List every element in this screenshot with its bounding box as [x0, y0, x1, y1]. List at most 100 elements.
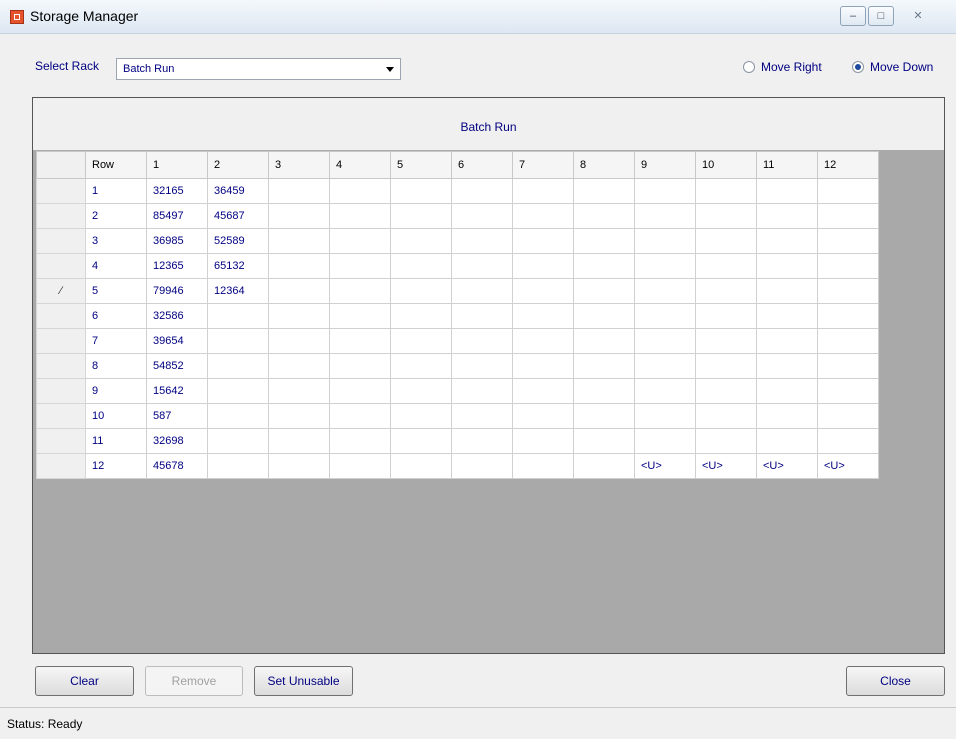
- grid-cell[interactable]: [451, 353, 513, 379]
- grid-cell[interactable]: [268, 328, 330, 354]
- grid-cell[interactable]: [451, 303, 513, 329]
- column-header[interactable]: 9: [634, 151, 696, 179]
- grid-cell[interactable]: [634, 328, 696, 354]
- grid-cell[interactable]: [329, 453, 391, 479]
- grid-cell[interactable]: [573, 203, 635, 229]
- grid-cell[interactable]: [756, 378, 818, 404]
- grid-cell[interactable]: [268, 178, 330, 204]
- row-selector[interactable]: [36, 253, 86, 279]
- grid-cell[interactable]: 36459: [207, 178, 269, 204]
- close-window-button[interactable]: ✕: [896, 6, 940, 26]
- grid-cell[interactable]: [573, 428, 635, 454]
- grid-cell[interactable]: [512, 178, 574, 204]
- grid-cell[interactable]: [207, 328, 269, 354]
- row-number-cell[interactable]: 1: [85, 178, 147, 204]
- grid-cell[interactable]: [207, 303, 269, 329]
- grid-cell[interactable]: <U>: [695, 453, 757, 479]
- grid-cell[interactable]: [390, 178, 452, 204]
- row-selector[interactable]: [36, 228, 86, 254]
- radio-unchecked-icon[interactable]: [743, 61, 755, 73]
- row-selector[interactable]: [36, 453, 86, 479]
- row-number-cell[interactable]: 4: [85, 253, 147, 279]
- grid-cell[interactable]: [756, 328, 818, 354]
- grid-cell[interactable]: [390, 303, 452, 329]
- grid-cell[interactable]: [573, 453, 635, 479]
- row-number-cell[interactable]: 5: [85, 278, 147, 304]
- row-selector[interactable]: [36, 428, 86, 454]
- grid-cell[interactable]: 12365: [146, 253, 208, 279]
- grid-cell[interactable]: [817, 253, 879, 279]
- grid-cell[interactable]: [573, 353, 635, 379]
- grid-cell[interactable]: [451, 278, 513, 304]
- column-header[interactable]: 10: [695, 151, 757, 179]
- grid-cell[interactable]: [329, 403, 391, 429]
- minimize-button[interactable]: –: [840, 6, 866, 26]
- grid-cell[interactable]: 52589: [207, 228, 269, 254]
- grid-cell[interactable]: 85497: [146, 203, 208, 229]
- grid-cell[interactable]: [512, 403, 574, 429]
- grid-cell[interactable]: [634, 203, 696, 229]
- grid-cell[interactable]: [817, 303, 879, 329]
- row-number-cell[interactable]: 3: [85, 228, 147, 254]
- grid-cell[interactable]: [634, 253, 696, 279]
- grid-cell[interactable]: [695, 278, 757, 304]
- grid-cell[interactable]: 12364: [207, 278, 269, 304]
- grid-cell[interactable]: [756, 278, 818, 304]
- grid-cell[interactable]: 45678: [146, 453, 208, 479]
- grid-cell[interactable]: <U>: [817, 453, 879, 479]
- grid-cell[interactable]: [451, 178, 513, 204]
- grid-cell[interactable]: [634, 403, 696, 429]
- grid-cell[interactable]: 79946: [146, 278, 208, 304]
- grid-cell[interactable]: [695, 428, 757, 454]
- grid-cell[interactable]: 587: [146, 403, 208, 429]
- row-selector[interactable]: [36, 178, 86, 204]
- grid-cell[interactable]: [634, 428, 696, 454]
- grid-cell[interactable]: [268, 353, 330, 379]
- move-down-radio[interactable]: Move Down: [852, 60, 933, 74]
- grid-cell[interactable]: [207, 403, 269, 429]
- grid-cell[interactable]: 32165: [146, 178, 208, 204]
- grid-cell[interactable]: 32698: [146, 428, 208, 454]
- grid-cell[interactable]: [695, 253, 757, 279]
- column-header[interactable]: 7: [512, 151, 574, 179]
- grid-cell[interactable]: 45687: [207, 203, 269, 229]
- remove-button[interactable]: Remove: [145, 666, 243, 696]
- grid-cell[interactable]: [207, 453, 269, 479]
- grid-cell[interactable]: [695, 178, 757, 204]
- grid-cell[interactable]: [756, 253, 818, 279]
- dropdown-arrow-icon[interactable]: [386, 67, 394, 72]
- grid-cell[interactable]: [573, 378, 635, 404]
- grid-cell[interactable]: [390, 453, 452, 479]
- grid-cell[interactable]: 54852: [146, 353, 208, 379]
- grid-cell[interactable]: [512, 278, 574, 304]
- grid-cell[interactable]: [451, 228, 513, 254]
- grid-cell[interactable]: [329, 353, 391, 379]
- row-number-cell[interactable]: 2: [85, 203, 147, 229]
- grid-cell[interactable]: [207, 428, 269, 454]
- maximize-button[interactable]: □: [868, 6, 894, 26]
- grid-cell[interactable]: [573, 228, 635, 254]
- grid-cell[interactable]: [756, 403, 818, 429]
- row-number-cell[interactable]: 9: [85, 378, 147, 404]
- grid-cell[interactable]: [329, 178, 391, 204]
- column-header[interactable]: 5: [390, 151, 452, 179]
- grid-cell[interactable]: [573, 278, 635, 304]
- grid-cell[interactable]: [451, 428, 513, 454]
- set-unusable-button[interactable]: Set Unusable: [254, 666, 353, 696]
- row-number-cell[interactable]: 10: [85, 403, 147, 429]
- grid-cell[interactable]: [451, 403, 513, 429]
- grid-cell[interactable]: [756, 353, 818, 379]
- column-header[interactable]: 6: [451, 151, 513, 179]
- grid-cell[interactable]: [817, 178, 879, 204]
- row-selector[interactable]: [36, 353, 86, 379]
- close-button[interactable]: Close: [846, 666, 945, 696]
- row-number-cell[interactable]: 7: [85, 328, 147, 354]
- grid-cell[interactable]: [512, 428, 574, 454]
- grid-cell[interactable]: [451, 203, 513, 229]
- grid-cell[interactable]: [573, 403, 635, 429]
- row-selector[interactable]: [36, 403, 86, 429]
- grid-cell[interactable]: 36985: [146, 228, 208, 254]
- grid-cell[interactable]: [329, 203, 391, 229]
- grid-cell[interactable]: [756, 303, 818, 329]
- grid-cell[interactable]: [268, 378, 330, 404]
